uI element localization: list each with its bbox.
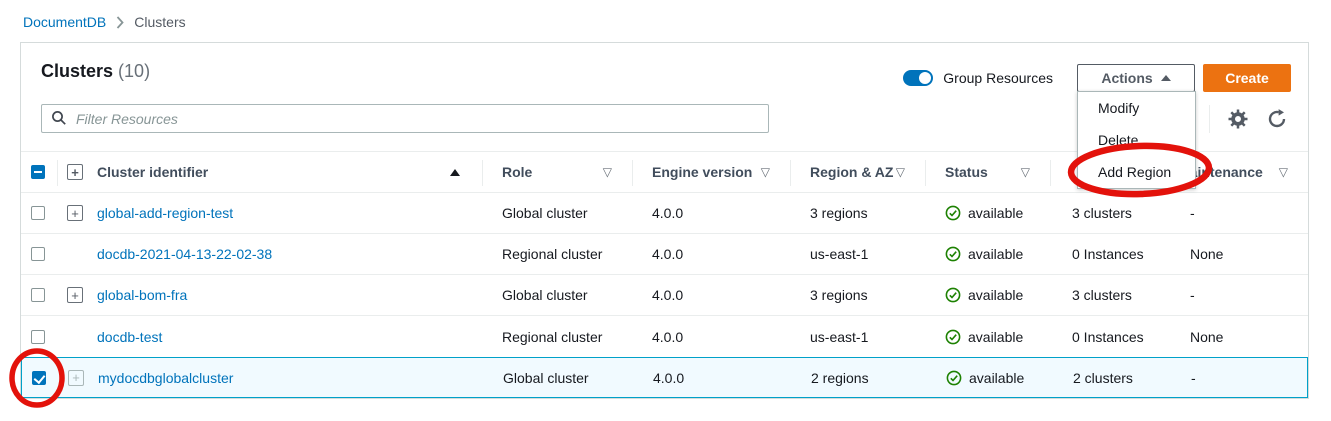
menu-item-modify[interactable]: Modify	[1078, 92, 1195, 124]
expand-row-icon[interactable]	[67, 287, 83, 303]
region-az-cell: us-east-1	[790, 316, 925, 357]
status-cell: available	[925, 193, 1050, 233]
group-resources-toggle[interactable]	[903, 70, 933, 86]
refresh-button[interactable]	[1266, 108, 1288, 130]
expand-all-icon[interactable]	[67, 164, 83, 180]
refresh-icon	[1267, 109, 1287, 129]
status-badge: available	[968, 329, 1023, 345]
engine-version-cell: 4.0.0	[632, 316, 790, 357]
divider	[1209, 105, 1210, 133]
status-available-icon	[945, 287, 961, 303]
actions-button[interactable]: Actions	[1077, 64, 1195, 92]
row-checkbox[interactable]	[31, 206, 45, 220]
page-title: Clusters (10)	[41, 61, 150, 82]
status-cell: available	[925, 316, 1050, 357]
size-cell: 2 clusters	[1051, 358, 1171, 397]
size-cell: 3 clusters	[1050, 275, 1170, 315]
status-available-icon	[945, 329, 961, 345]
gear-icon	[1228, 109, 1248, 129]
status-badge: available	[968, 287, 1023, 303]
cluster-link[interactable]: docdb-test	[97, 329, 162, 345]
role-cell: Global cluster	[483, 358, 633, 397]
settings-button[interactable]	[1227, 108, 1249, 130]
filter-icon[interactable]: ▽	[896, 165, 905, 179]
table-row[interactable]: global-add-region-test Global cluster 4.…	[21, 193, 1308, 234]
row-checkbox[interactable]	[31, 247, 45, 261]
region-az-cell: 3 regions	[790, 193, 925, 233]
maintenance-cell: -	[1170, 193, 1308, 233]
filter-input[interactable]	[41, 104, 769, 133]
engine-version-cell: 4.0.0	[633, 358, 791, 397]
filter-icon[interactable]: ▽	[1021, 165, 1030, 179]
caret-up-icon	[1161, 75, 1171, 81]
status-available-icon	[945, 246, 961, 262]
status-badge: available	[968, 205, 1023, 221]
column-header-cluster-identifier[interactable]: Cluster identifier	[87, 152, 482, 192]
breadcrumb: DocumentDB Clusters	[23, 14, 186, 30]
status-badge: available	[969, 370, 1024, 386]
expand-row-icon[interactable]	[67, 205, 83, 221]
status-available-icon	[946, 370, 962, 386]
engine-version-cell: 4.0.0	[632, 193, 790, 233]
cluster-link[interactable]: docdb-2021-04-13-22-02-38	[97, 246, 272, 262]
size-cell: 3 clusters	[1050, 193, 1170, 233]
breadcrumb-current: Clusters	[134, 14, 185, 30]
row-checkbox[interactable]	[31, 330, 45, 344]
role-cell: Global cluster	[482, 193, 632, 233]
actions-menu: Modify Delete Add Region	[1077, 91, 1196, 189]
size-cell: 0 Instances	[1050, 316, 1170, 357]
cluster-link[interactable]: global-add-region-test	[97, 205, 233, 221]
engine-version-cell: 4.0.0	[632, 275, 790, 315]
table-row[interactable]: global-bom-fra Global cluster 4.0.0 3 re…	[21, 275, 1308, 316]
menu-item-add-region[interactable]: Add Region	[1078, 156, 1195, 188]
breadcrumb-chevron-icon	[116, 16, 124, 29]
create-button-label: Create	[1225, 70, 1269, 86]
role-cell: Regional cluster	[482, 234, 632, 274]
status-cell: available	[925, 275, 1050, 315]
create-button[interactable]: Create	[1203, 64, 1291, 92]
maintenance-cell: -	[1171, 358, 1307, 397]
cluster-link[interactable]: global-bom-fra	[97, 287, 187, 303]
breadcrumb-link-documentdb[interactable]: DocumentDB	[23, 14, 106, 30]
engine-version-cell: 4.0.0	[632, 234, 790, 274]
filter-icon[interactable]: ▽	[603, 165, 612, 179]
toggle-knob-icon	[919, 72, 931, 84]
role-cell: Global cluster	[482, 275, 632, 315]
sort-ascending-icon	[450, 169, 460, 176]
status-cell: available	[925, 234, 1050, 274]
actions-button-label: Actions	[1101, 70, 1152, 86]
row-checkbox[interactable]	[31, 288, 45, 302]
cluster-link[interactable]: mydocdbglobalcluster	[98, 370, 233, 386]
filter-icon[interactable]: ▽	[761, 165, 770, 179]
search-icon	[51, 110, 67, 126]
status-badge: available	[968, 246, 1023, 262]
column-header-region-az[interactable]: Region & AZ ▽	[790, 152, 925, 192]
maintenance-cell: -	[1170, 275, 1308, 315]
expand-row-icon[interactable]	[68, 370, 84, 386]
table-row[interactable]: docdb-2021-04-13-22-02-38 Regional clust…	[21, 234, 1308, 275]
group-resources-label: Group Resources	[943, 70, 1053, 86]
size-cell: 0 Instances	[1050, 234, 1170, 274]
filter-icon[interactable]: ▽	[1279, 165, 1288, 179]
maintenance-cell: None	[1170, 316, 1308, 357]
role-cell: Regional cluster	[482, 316, 632, 357]
cluster-count: (10)	[118, 61, 150, 81]
table-row[interactable]: docdb-test Regional cluster 4.0.0 us-eas…	[21, 316, 1308, 357]
status-available-icon	[945, 205, 961, 221]
status-cell: available	[926, 358, 1051, 397]
region-az-cell: 3 regions	[790, 275, 925, 315]
select-all-checkbox[interactable]	[31, 165, 45, 179]
column-header-role[interactable]: Role ▽	[482, 152, 632, 192]
menu-item-delete[interactable]: Delete	[1078, 124, 1195, 156]
table-row-selected[interactable]: mydocdbglobalcluster Global cluster 4.0.…	[21, 357, 1308, 398]
region-az-cell: us-east-1	[790, 234, 925, 274]
maintenance-cell: None	[1170, 234, 1308, 274]
column-header-engine-version[interactable]: Engine version ▽	[632, 152, 790, 192]
row-checkbox[interactable]	[32, 371, 46, 385]
page-title-text: Clusters	[41, 61, 113, 81]
column-header-status[interactable]: Status ▽	[925, 152, 1050, 192]
region-az-cell: 2 regions	[791, 358, 926, 397]
